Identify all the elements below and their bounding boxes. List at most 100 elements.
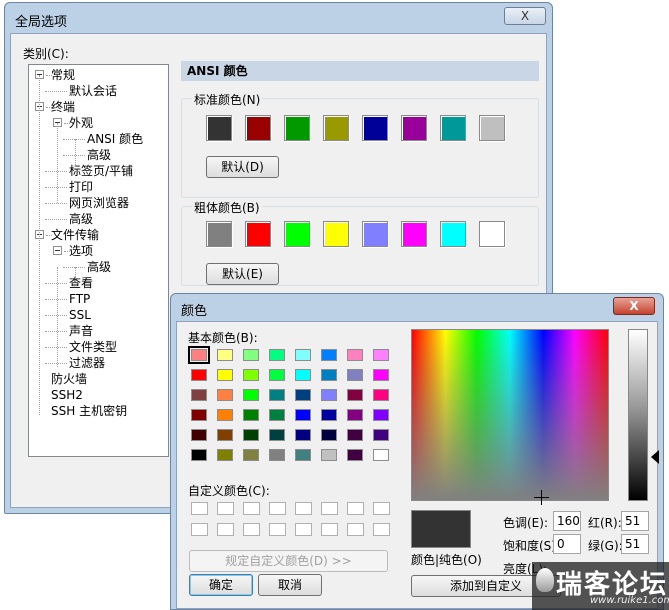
custom-color-cell[interactable] bbox=[295, 523, 312, 536]
basic-color-cell[interactable] bbox=[373, 349, 389, 361]
basic-color-cell[interactable] bbox=[321, 429, 337, 441]
basic-color-cell[interactable] bbox=[295, 369, 311, 381]
basic-color-cell[interactable] bbox=[347, 449, 363, 461]
standard-color-swatch[interactable] bbox=[206, 115, 232, 141]
custom-color-cell[interactable] bbox=[269, 523, 286, 536]
basic-color-cell[interactable] bbox=[191, 389, 207, 401]
custom-color-cell[interactable] bbox=[295, 502, 312, 515]
bold-color-swatch[interactable] bbox=[440, 221, 466, 247]
standard-color-swatch[interactable] bbox=[323, 115, 349, 141]
basic-color-cell[interactable] bbox=[373, 449, 389, 461]
basic-color-cell[interactable] bbox=[321, 369, 337, 381]
basic-color-cell[interactable] bbox=[295, 449, 311, 461]
bold-color-swatch[interactable] bbox=[245, 221, 271, 247]
title-bar[interactable]: 全局选项 X bbox=[5, 3, 552, 33]
basic-color-cell[interactable] bbox=[295, 429, 311, 441]
basic-color-cell[interactable] bbox=[217, 389, 233, 401]
basic-color-cell[interactable] bbox=[373, 389, 389, 401]
close-button[interactable]: X bbox=[504, 7, 546, 25]
basic-color-cell[interactable] bbox=[373, 409, 389, 421]
standard-color-swatch[interactable] bbox=[479, 115, 505, 141]
basic-color-cell[interactable] bbox=[217, 429, 233, 441]
tree-item[interactable]: 网页浏览器 bbox=[69, 195, 129, 211]
tree-item[interactable]: 文件传输 bbox=[51, 227, 99, 243]
basic-color-cell[interactable] bbox=[269, 349, 285, 361]
basic-color-cell[interactable] bbox=[347, 389, 363, 401]
basic-color-cell[interactable] bbox=[321, 349, 337, 361]
tree-item[interactable]: 文件类型 bbox=[69, 339, 117, 355]
custom-color-cell[interactable] bbox=[321, 502, 338, 515]
tree-item[interactable]: 常规 bbox=[51, 67, 75, 83]
ok-button[interactable]: 确定 bbox=[189, 574, 253, 596]
basic-color-cell[interactable] bbox=[373, 369, 389, 381]
basic-color-cell[interactable] bbox=[269, 369, 285, 381]
standard-default-button[interactable]: 默认(D) bbox=[206, 156, 279, 178]
basic-color-cell[interactable] bbox=[243, 429, 259, 441]
tree-item[interactable]: 默认会话 bbox=[69, 83, 117, 99]
tree-item[interactable]: 高级 bbox=[69, 211, 93, 227]
tree-item[interactable]: 防火墙 bbox=[51, 371, 87, 387]
tree-item[interactable]: 声音 bbox=[69, 323, 93, 339]
basic-color-cell[interactable] bbox=[321, 449, 337, 461]
basic-color-cell[interactable] bbox=[269, 429, 285, 441]
custom-color-cell[interactable] bbox=[373, 523, 390, 536]
color-spectrum[interactable] bbox=[411, 329, 609, 501]
basic-color-cell[interactable] bbox=[243, 409, 259, 421]
tree-item[interactable]: 外观 bbox=[69, 115, 93, 131]
tree-item[interactable]: 终端 bbox=[51, 99, 75, 115]
bold-color-swatch[interactable] bbox=[362, 221, 388, 247]
basic-color-cell[interactable] bbox=[243, 449, 259, 461]
custom-color-cell[interactable] bbox=[243, 502, 260, 515]
basic-color-cell[interactable] bbox=[243, 349, 259, 361]
green-field[interactable]: 51 bbox=[621, 534, 649, 554]
color-dialog-close-button[interactable]: X bbox=[613, 297, 655, 315]
basic-color-cell[interactable] bbox=[217, 409, 233, 421]
basic-color-cell[interactable] bbox=[347, 409, 363, 421]
custom-color-cell[interactable] bbox=[217, 502, 234, 515]
red-field[interactable]: 51 bbox=[621, 511, 649, 531]
bold-default-button[interactable]: 默认(E) bbox=[206, 263, 279, 285]
basic-color-cell[interactable] bbox=[347, 369, 363, 381]
bold-color-swatch[interactable] bbox=[323, 221, 349, 247]
basic-color-cell[interactable] bbox=[269, 389, 285, 401]
tree-item[interactable]: 过滤器 bbox=[69, 355, 105, 371]
basic-color-cell[interactable] bbox=[188, 346, 210, 364]
tree-item[interactable]: SSH2 bbox=[51, 387, 83, 403]
tree-item[interactable]: SSH 主机密钥 bbox=[51, 403, 127, 419]
cancel-button[interactable]: 取消 bbox=[258, 574, 322, 596]
custom-color-cell[interactable] bbox=[373, 502, 390, 515]
standard-color-swatch[interactable] bbox=[440, 115, 466, 141]
basic-color-cell[interactable] bbox=[217, 349, 233, 361]
color-dialog-title-bar[interactable]: 颜色 X bbox=[171, 294, 663, 321]
custom-color-cell[interactable] bbox=[191, 523, 208, 536]
standard-color-swatch[interactable] bbox=[401, 115, 427, 141]
luminance-arrow-icon[interactable] bbox=[651, 450, 659, 464]
custom-color-cell[interactable] bbox=[217, 523, 234, 536]
custom-color-cell[interactable] bbox=[347, 523, 364, 536]
basic-color-cell[interactable] bbox=[191, 409, 207, 421]
basic-color-cell[interactable] bbox=[347, 349, 363, 361]
category-tree[interactable]: 常规 默认会话 终端 外观 ANSI 颜色 高级 标签页/平铺 打印 网页浏览器 高级 文件传输 选项… bbox=[28, 64, 169, 457]
basic-color-cell[interactable] bbox=[321, 409, 337, 421]
tree-collapse-icon[interactable] bbox=[53, 246, 62, 255]
basic-color-cell[interactable] bbox=[191, 369, 207, 381]
basic-color-cell[interactable] bbox=[269, 409, 285, 421]
custom-color-cell[interactable] bbox=[191, 502, 208, 515]
basic-color-cell[interactable] bbox=[321, 389, 337, 401]
basic-color-cell[interactable] bbox=[269, 449, 285, 461]
custom-color-cell[interactable] bbox=[243, 523, 260, 536]
bold-color-swatch[interactable] bbox=[284, 221, 310, 247]
hue-field[interactable]: 160 bbox=[553, 511, 581, 531]
tree-item[interactable]: 高级 bbox=[87, 259, 111, 275]
basic-color-cell[interactable] bbox=[373, 429, 389, 441]
basic-color-cell[interactable] bbox=[243, 369, 259, 381]
saturation-field[interactable]: 0 bbox=[553, 534, 581, 554]
custom-color-cell[interactable] bbox=[269, 502, 286, 515]
basic-color-cell[interactable] bbox=[191, 429, 207, 441]
basic-color-cell[interactable] bbox=[243, 389, 259, 401]
luminance-slider[interactable] bbox=[628, 329, 648, 501]
standard-color-swatch[interactable] bbox=[284, 115, 310, 141]
tree-item[interactable]: SSL bbox=[69, 307, 91, 323]
basic-color-cell[interactable] bbox=[295, 349, 311, 361]
bold-color-swatch[interactable] bbox=[401, 221, 427, 247]
